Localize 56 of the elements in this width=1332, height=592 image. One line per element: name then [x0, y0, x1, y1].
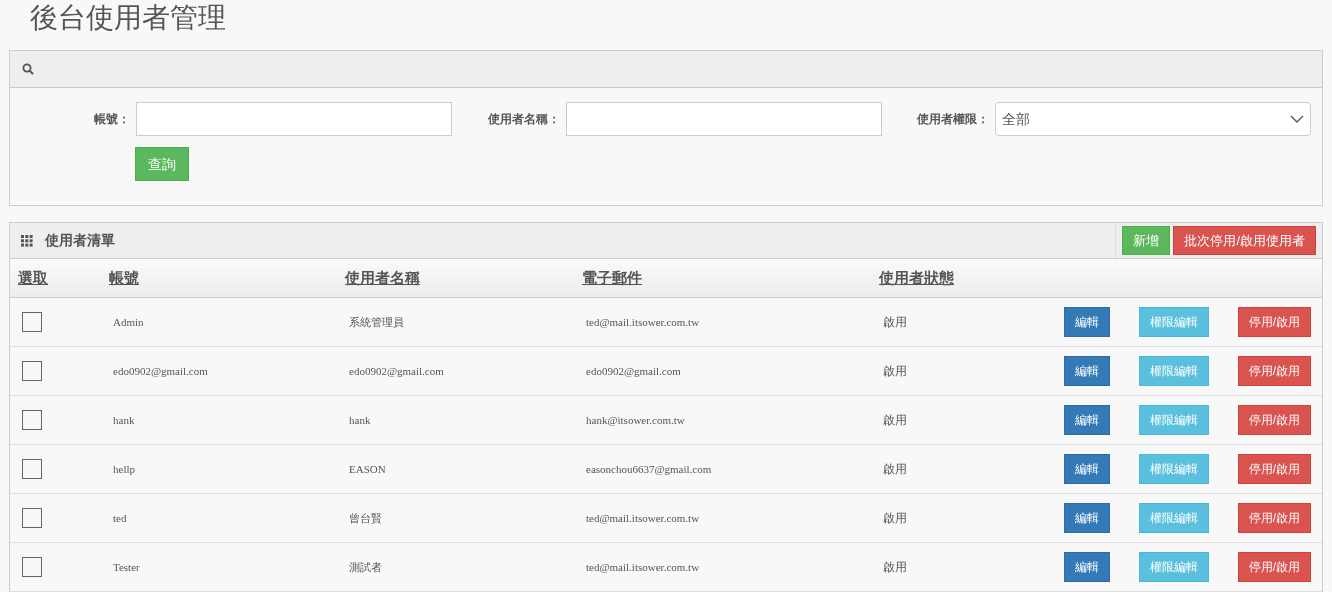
table-cell: hank: [349, 413, 371, 426]
table-cell: edo0902@gmail.com: [113, 364, 208, 377]
edit-button[interactable]: 編輯: [1064, 307, 1110, 337]
table-cell: 啟用: [883, 462, 907, 476]
toggle-button[interactable]: 停用/啟用: [1238, 405, 1311, 435]
table-cell: 啟用: [883, 315, 907, 329]
add-button[interactable]: 新增: [1122, 226, 1171, 255]
page-title: 後台使用者管理: [30, 1, 227, 35]
column-header[interactable]: 使用者名稱: [345, 269, 420, 286]
table-cell: hank: [113, 413, 135, 426]
toggle-button[interactable]: 停用/啟用: [1238, 552, 1311, 582]
table-cell: Admin: [113, 315, 144, 328]
toggle-button[interactable]: 停用/啟用: [1238, 454, 1311, 484]
search-button[interactable]: 查詢: [135, 147, 189, 181]
table-cell: edo0902@gmail.com: [349, 364, 444, 377]
table-cell: 啟用: [883, 511, 907, 525]
permission-edit-button[interactable]: 權限編輯: [1139, 307, 1209, 337]
field-label: 帳號：: [93, 111, 131, 128]
table-cell: 啟用: [883, 413, 907, 427]
table-cell: hellp: [113, 462, 135, 475]
table-cell: easonchou6637@gmail.com: [586, 462, 712, 475]
table-cell: 測試者: [349, 560, 382, 573]
table-cell: Tester: [113, 560, 140, 573]
batch-toggle-button[interactable]: 批次停用/啟用使用者: [1173, 226, 1316, 255]
edit-button[interactable]: 編輯: [1064, 454, 1110, 484]
table-cell: ted: [113, 511, 127, 524]
table-cell: 啟用: [883, 364, 907, 378]
column-header[interactable]: 使用者狀態: [879, 269, 954, 286]
column-header[interactable]: 電子郵件: [582, 269, 642, 286]
toggle-button[interactable]: 停用/啟用: [1238, 356, 1311, 386]
column-header[interactable]: 選取: [18, 269, 48, 286]
table-cell: 曾台賢: [349, 511, 382, 524]
permission-edit-button[interactable]: 權限編輯: [1139, 356, 1209, 386]
table-cell: EASON: [349, 462, 386, 475]
table-cell: 啟用: [883, 560, 907, 574]
permission-edit-button[interactable]: 權限編輯: [1139, 552, 1209, 582]
permission-edit-button[interactable]: 權限編輯: [1139, 454, 1209, 484]
list-title: 使用者清單: [45, 231, 115, 250]
table-cell: ted@mail.itsower.com.tw: [586, 560, 700, 573]
field-label: 使用者權限：: [916, 111, 990, 128]
permission-edit-button[interactable]: 權限編輯: [1139, 405, 1209, 435]
column-header[interactable]: 帳號: [109, 269, 139, 286]
edit-button[interactable]: 編輯: [1064, 503, 1110, 533]
table-cell: edo0902@gmail.com: [586, 364, 681, 377]
table-cell: ted@mail.itsower.com.tw: [586, 511, 700, 524]
permission-select[interactable]: 全部: [995, 102, 1311, 136]
field-label: 使用者名稱：: [487, 111, 561, 128]
permission-edit-button[interactable]: 權限編輯: [1139, 503, 1209, 533]
edit-button[interactable]: 編輯: [1064, 552, 1110, 582]
table-cell: hank@itsower.com.tw: [586, 413, 685, 426]
toggle-button[interactable]: 停用/啟用: [1238, 307, 1311, 337]
edit-button[interactable]: 編輯: [1064, 356, 1110, 386]
toggle-button[interactable]: 停用/啟用: [1238, 503, 1311, 533]
edit-button[interactable]: 編輯: [1064, 405, 1110, 435]
table-cell: 系統管理員: [349, 315, 404, 328]
table-cell: ted@mail.itsower.com.tw: [586, 315, 700, 328]
